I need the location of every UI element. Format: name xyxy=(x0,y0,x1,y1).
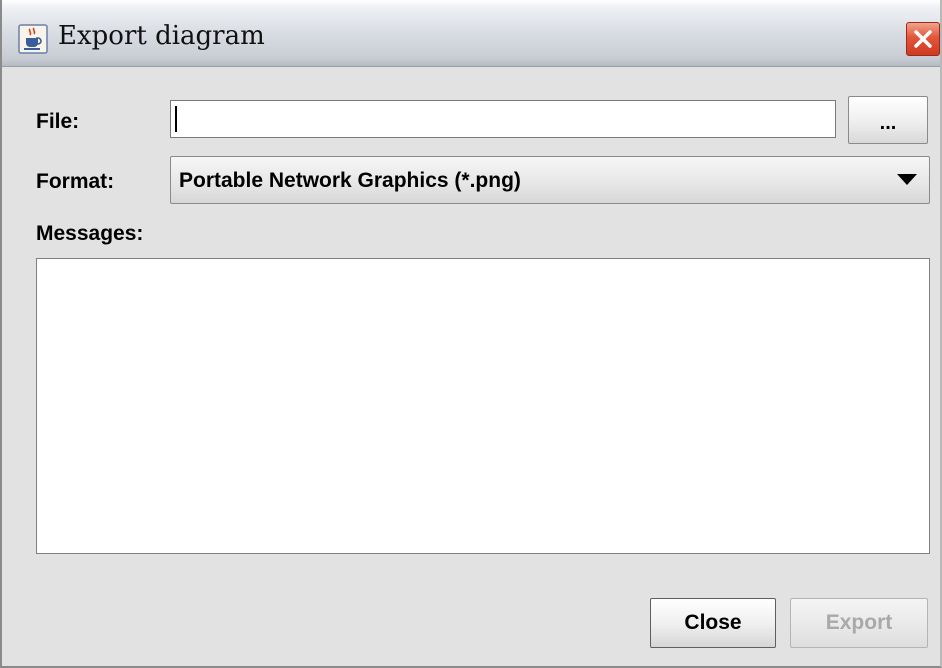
format-label: Format: xyxy=(36,170,115,193)
export-dialog-window: Export diagram File: ... Format: Portabl… xyxy=(0,0,942,668)
chevron-down-icon[interactable] xyxy=(897,174,917,185)
file-path-input[interactable] xyxy=(170,100,836,138)
window-title: Export diagram xyxy=(58,21,265,51)
format-selected-value: Portable Network Graphics (*.png) xyxy=(179,169,521,192)
format-dropdown[interactable]: Portable Network Graphics (*.png) xyxy=(170,156,930,204)
export-button: Export xyxy=(790,598,928,648)
title-bar[interactable]: Export diagram xyxy=(2,0,940,67)
file-label: File: xyxy=(36,110,80,133)
close-icon xyxy=(907,30,939,59)
close-button[interactable]: Close xyxy=(650,598,776,648)
browse-button[interactable]: ... xyxy=(848,96,928,144)
window-close-button[interactable] xyxy=(906,22,940,56)
java-cup-icon xyxy=(18,24,48,54)
text-caret xyxy=(175,106,177,132)
messages-textarea[interactable] xyxy=(36,258,930,554)
messages-label: Messages: xyxy=(36,222,144,245)
